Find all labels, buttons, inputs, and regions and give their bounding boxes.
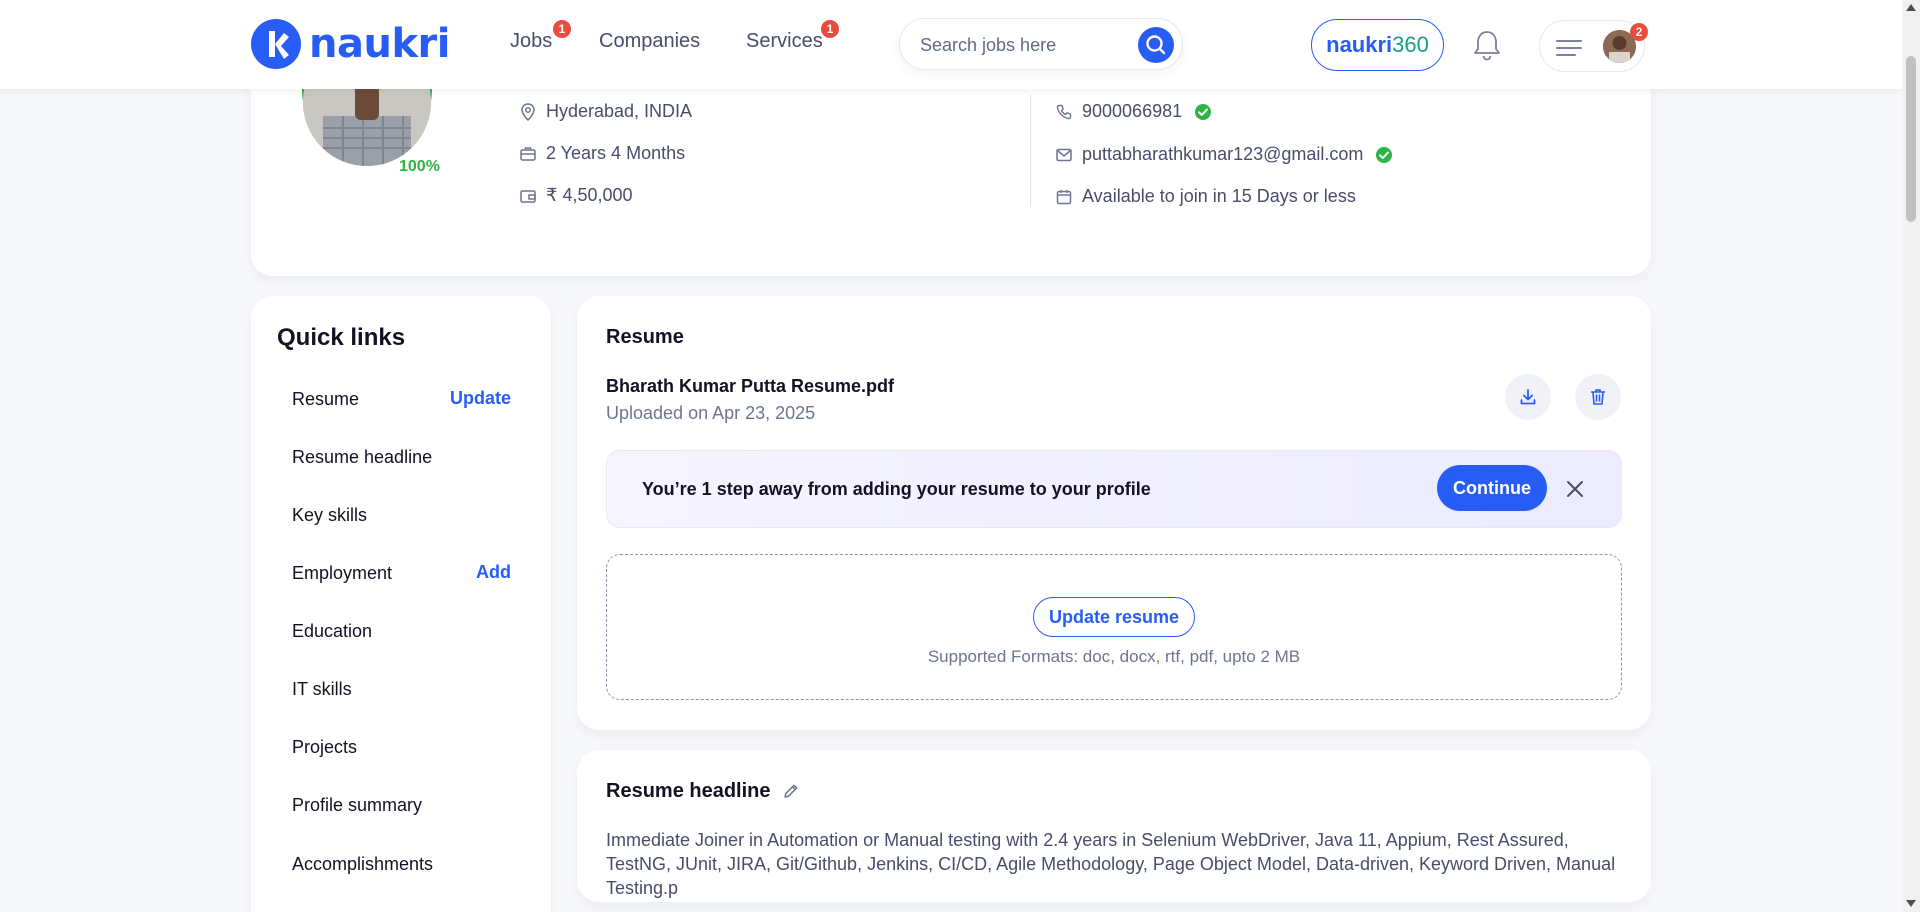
- search-bar: [899, 18, 1183, 70]
- naukri-360-part2: 360: [1392, 32, 1429, 57]
- continue-button[interactable]: Continue: [1437, 465, 1547, 511]
- quick-link-projects[interactable]: Projects: [292, 737, 357, 758]
- naukri-logo[interactable]: naukri: [251, 19, 450, 69]
- quick-links-panel: Quick links Resume Update Resume headlin…: [251, 296, 551, 912]
- quick-links-title: Quick links: [277, 324, 406, 351]
- supported-formats-text: Supported Formats: doc, docx, rtf, pdf, …: [927, 647, 1301, 666]
- email-text: puttabharathkumar123@gmail.com: [1082, 144, 1364, 164]
- banner-message: You’re 1 step away from adding your resu…: [642, 479, 1151, 499]
- experience-text: 2 Years 4 Months: [546, 143, 686, 163]
- nav-companies[interactable]: Companies: [599, 30, 700, 53]
- quick-link-accomplishments[interactable]: Accomplishments: [292, 854, 433, 875]
- close-icon[interactable]: [1565, 479, 1585, 499]
- salary-row: ₹ 4,50,000: [520, 185, 633, 206]
- services-badge: 1: [821, 20, 839, 38]
- scroll-up-arrow-icon[interactable]: [1906, 4, 1916, 11]
- naukri-360-part1: naukri: [1326, 32, 1393, 57]
- phone-icon: [1056, 104, 1072, 119]
- email-verified-icon: [1376, 146, 1393, 163]
- phone-verified-icon: [1195, 103, 1212, 120]
- email-row: puttabharathkumar123@gmail.com: [1056, 144, 1403, 165]
- resume-card: Resume Bharath Kumar Putta Resume.pdf Up…: [577, 296, 1651, 730]
- quick-link-resume-headline[interactable]: Resume headline: [292, 447, 432, 468]
- availability-row: Available to join in 15 Days or less: [1056, 186, 1356, 207]
- quick-link-it-skills[interactable]: IT skills: [292, 679, 352, 700]
- resume-title: Resume: [606, 326, 684, 348]
- nav-companies-label: Companies: [599, 30, 701, 52]
- search-input[interactable]: [920, 32, 1130, 58]
- update-resume-button[interactable]: Update resume: [1033, 597, 1195, 637]
- download-icon: [1520, 389, 1536, 405]
- briefcase-icon: [520, 146, 536, 161]
- nav-jobs[interactable]: Jobs 1: [510, 20, 571, 53]
- resume-file-name: Bharath Kumar Putta Resume.pdf: [606, 376, 895, 396]
- search-button[interactable]: [1138, 27, 1174, 63]
- edit-pencil-icon[interactable]: [782, 782, 800, 800]
- resume-upload-dropzone[interactable]: Update resume Supported Formats: doc, do…: [606, 554, 1622, 700]
- mail-icon: [1056, 148, 1072, 161]
- quick-link-profile-summary[interactable]: Profile summary: [292, 795, 422, 816]
- resume-prompt-banner: You’re 1 step away from adding your resu…: [606, 450, 1622, 528]
- download-resume-button[interactable]: [1505, 374, 1551, 420]
- search-icon: [1146, 35, 1166, 55]
- quick-link-resume[interactable]: Resume: [292, 389, 359, 410]
- resume-headline-card: Resume headline Immediate Joiner in Auto…: [577, 750, 1651, 902]
- location-pin-icon: [521, 102, 535, 121]
- hamburger-icon: [1556, 40, 1582, 56]
- employment-add-link[interactable]: Add: [476, 562, 511, 583]
- phone-text: 9000066981: [1082, 101, 1183, 121]
- top-header: naukri Jobs 1 Companies Services 1 naukr…: [0, 0, 1902, 89]
- salary-text: ₹ 4,50,000: [546, 185, 633, 205]
- resume-headline-title: Resume headline: [606, 780, 771, 802]
- wallet-icon: [520, 189, 536, 203]
- notification-bell-icon[interactable]: [1471, 28, 1503, 67]
- phone-row: 9000066981: [1056, 101, 1222, 122]
- menu-badge: 2: [1630, 23, 1648, 41]
- nav-services[interactable]: Services 1: [746, 20, 839, 53]
- location-row: Hyderabad, INDIA: [520, 101, 692, 122]
- delete-resume-button[interactable]: [1575, 374, 1621, 420]
- logo-text: naukri: [309, 21, 450, 67]
- scroll-down-arrow-icon[interactable]: [1906, 900, 1916, 907]
- naukri-360-button[interactable]: naukri360: [1311, 19, 1444, 71]
- nav-jobs-label: Jobs: [510, 30, 553, 52]
- calendar-icon: [1056, 189, 1072, 204]
- resume-headline-text: Immediate Joiner in Automation or Manual…: [606, 830, 1616, 898]
- resume-update-link[interactable]: Update: [450, 388, 511, 409]
- trash-icon: [1590, 389, 1606, 405]
- quick-link-employment[interactable]: Employment: [292, 563, 392, 584]
- availability-text: Available to join in 15 Days or less: [1082, 186, 1356, 206]
- experience-row: 2 Years 4 Months: [520, 143, 685, 164]
- quick-link-education[interactable]: Education: [292, 621, 372, 642]
- profile-menu-button[interactable]: 2: [1539, 20, 1648, 72]
- page-scrollbar[interactable]: [1902, 0, 1920, 912]
- profile-divider: [1030, 95, 1031, 207]
- location-text: Hyderabad, INDIA: [546, 101, 693, 121]
- jobs-badge: 1: [553, 20, 571, 38]
- naukri-logo-icon: [251, 19, 301, 69]
- quick-link-key-skills[interactable]: Key skills: [292, 505, 367, 526]
- scroll-thumb[interactable]: [1906, 56, 1916, 222]
- nav-services-label: Services: [746, 30, 823, 52]
- resume-upload-date: Uploaded on Apr 23, 2025: [606, 403, 816, 423]
- profile-completion-percent: 100%: [399, 158, 440, 175]
